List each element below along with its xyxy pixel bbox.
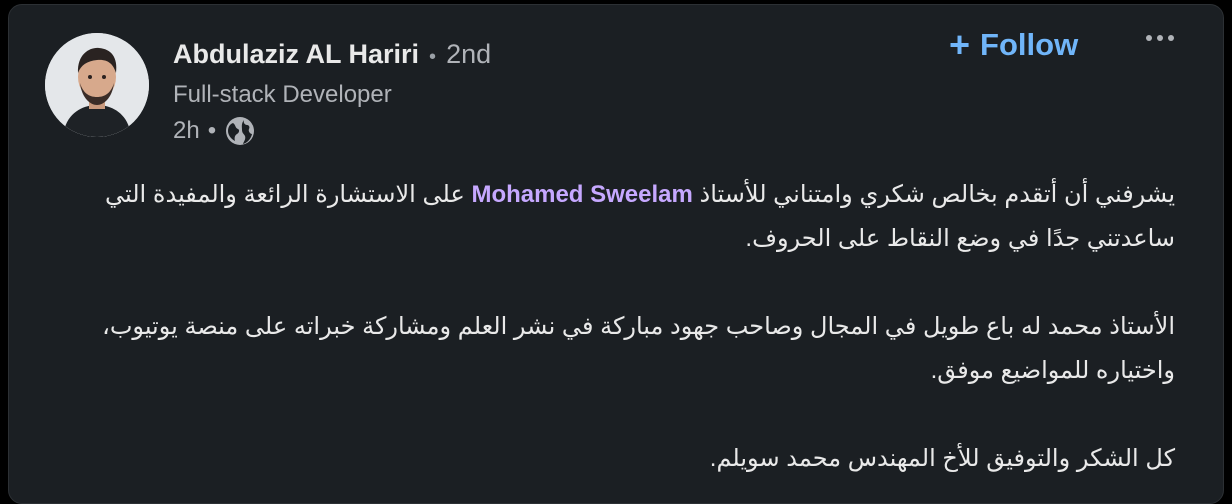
avatar-photo — [45, 33, 149, 137]
mention-link[interactable]: Mohamed Sweelam — [471, 181, 692, 208]
author-name[interactable]: Abdulaziz AL Hariri — [173, 39, 419, 70]
plus-icon: + — [949, 24, 971, 65]
post-paragraph-1: يشرفني أن أتقدم بخالص شكري وامتناني للأس… — [49, 173, 1175, 261]
connection-degree: 2nd — [446, 39, 492, 69]
follow-button[interactable]: + Follow — [949, 27, 1078, 63]
post-card: Abdulaziz AL Hariri • 2nd Full-stack Dev… — [8, 4, 1224, 504]
globe-icon — [224, 115, 256, 147]
more-dot — [1168, 35, 1174, 41]
more-dot — [1157, 35, 1163, 41]
post-paragraph-2: الأستاذ محمد له باع طويل في المجال وصاحب… — [102, 313, 1175, 384]
post-time: 2h — [173, 117, 200, 144]
degree-separator: • — [429, 46, 437, 68]
meta-separator: • — [207, 117, 217, 144]
post-meta: 2h • — [173, 115, 256, 147]
author-name-row: Abdulaziz AL Hariri • 2nd — [173, 39, 491, 70]
paragraph-1-text-start: يشرفني أن أتقدم بخالص شكري وامتناني للأس… — [692, 181, 1175, 208]
follow-label: Follow — [980, 27, 1079, 62]
post-paragraph-3: كل الشكر والتوفيق للأخ المهندس محمد سويل… — [709, 445, 1175, 472]
author-avatar[interactable] — [45, 33, 149, 137]
more-options-button[interactable] — [1146, 35, 1174, 41]
author-headline: Full-stack Developer — [173, 81, 392, 108]
post-body: يشرفني أن أتقدم بخالص شكري وامتناني للأس… — [49, 173, 1175, 481]
more-dot — [1146, 35, 1152, 41]
